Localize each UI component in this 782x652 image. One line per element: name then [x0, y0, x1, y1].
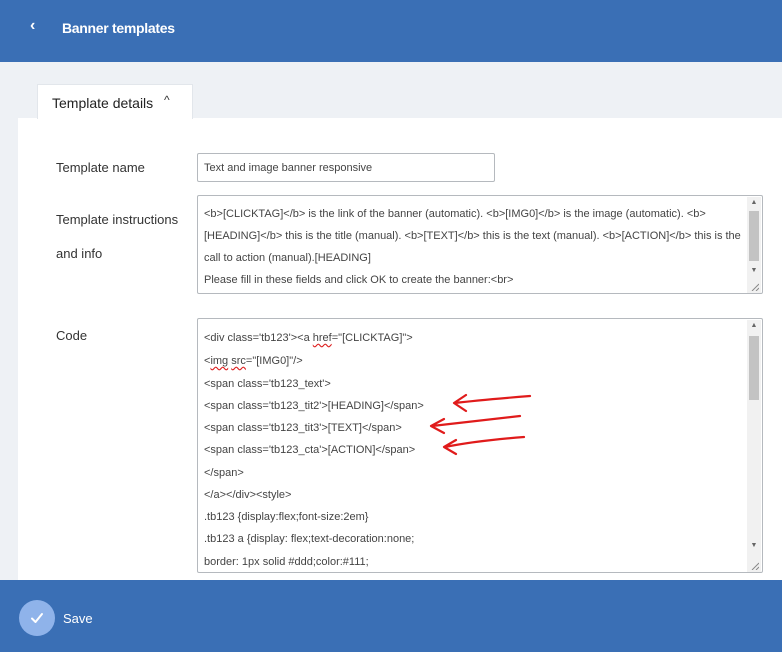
footer-bar: Save	[0, 580, 782, 652]
check-icon	[31, 613, 43, 623]
save-button[interactable]	[19, 600, 55, 636]
red-arrow-annotation-icon	[442, 435, 526, 456]
red-arrow-annotation-icon	[452, 393, 532, 413]
red-arrow-annotation-icon	[429, 414, 522, 435]
save-button-label[interactable]: Save	[63, 611, 93, 626]
red-arrow-annotations	[429, 393, 532, 456]
